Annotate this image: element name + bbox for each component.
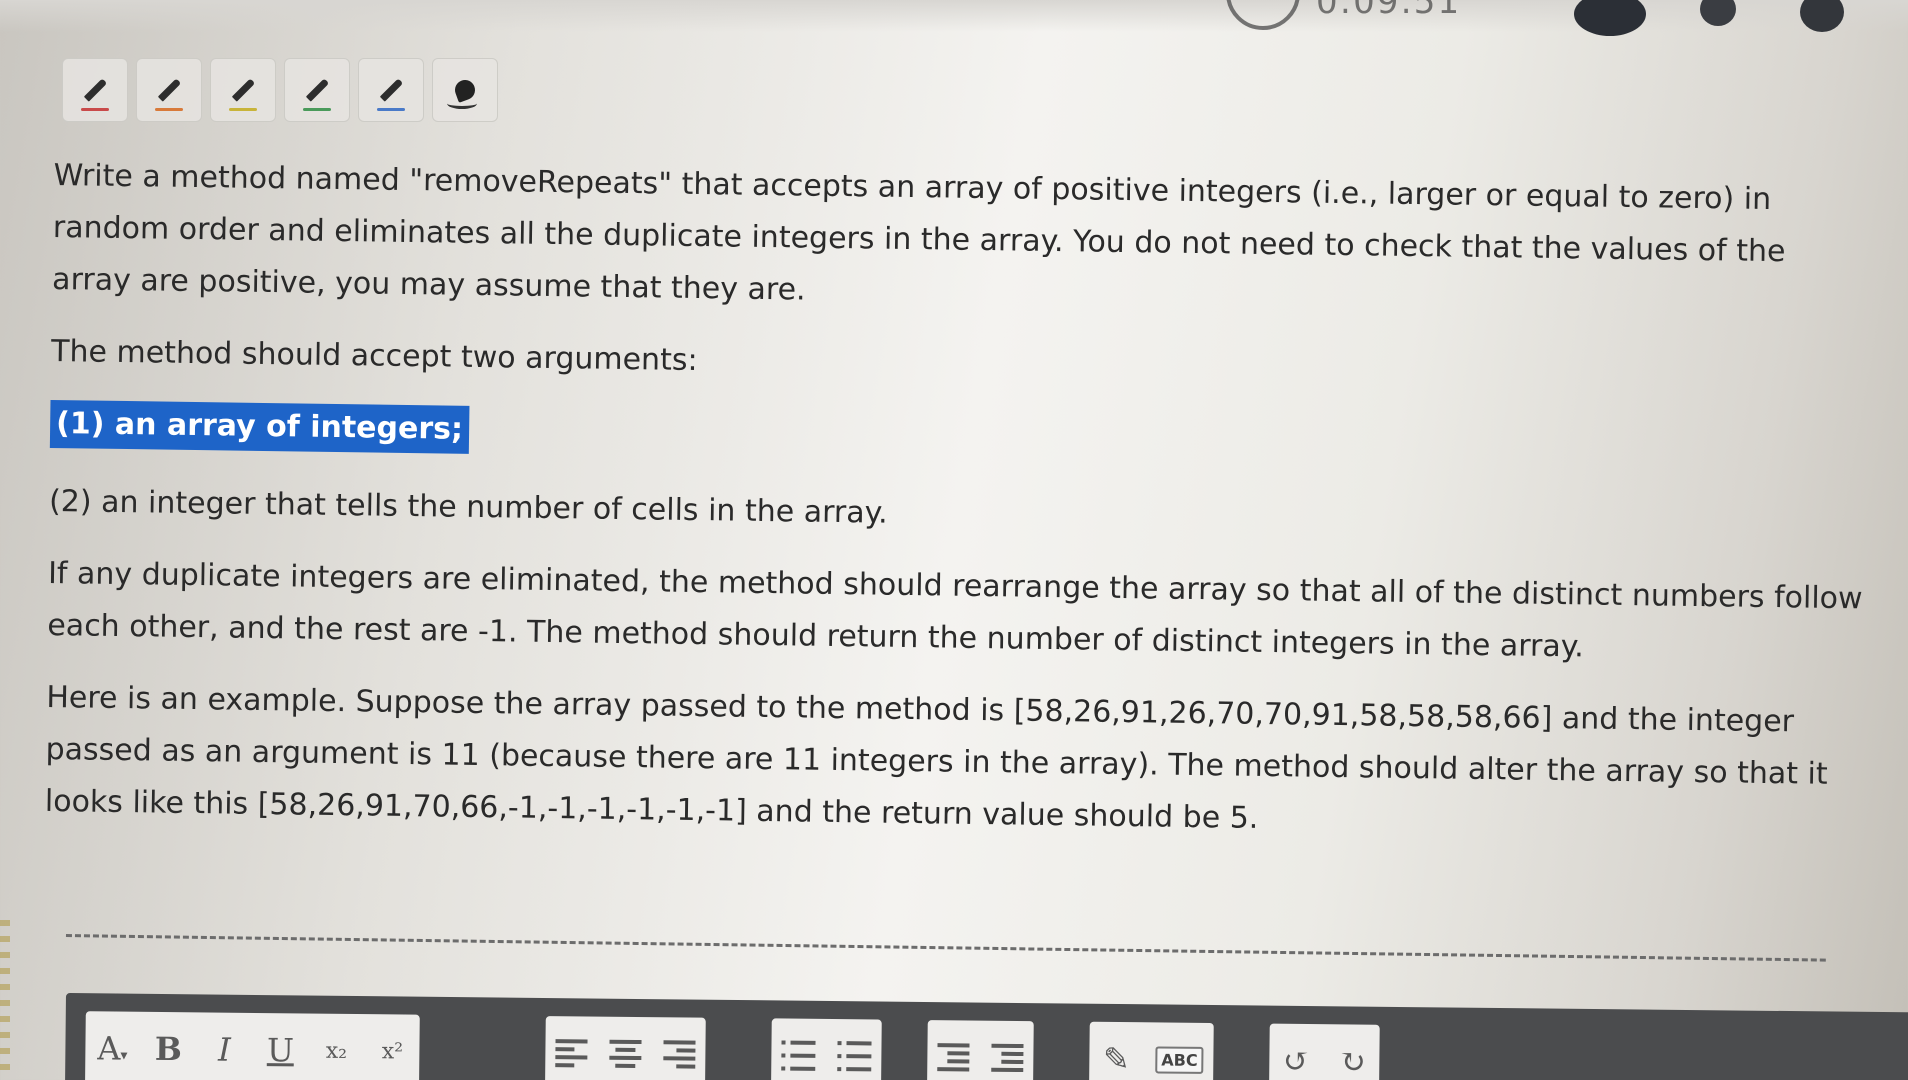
pen-toolbar bbox=[62, 58, 498, 122]
align-center-icon[interactable] bbox=[609, 1039, 642, 1068]
subscript-button[interactable]: x₂ bbox=[319, 1038, 353, 1063]
bulleted-list-icon[interactable] bbox=[781, 1040, 816, 1071]
undo-button[interactable]: ↺ bbox=[1279, 1042, 1313, 1080]
font-color-button[interactable]: A▾ bbox=[95, 1029, 129, 1067]
history-group: ↺ ↻ bbox=[1268, 1023, 1380, 1080]
italic-button[interactable]: I bbox=[207, 1030, 241, 1069]
list-group bbox=[770, 1018, 882, 1080]
orange-pen-icon[interactable] bbox=[136, 58, 202, 122]
numbered-list-icon[interactable] bbox=[837, 1041, 872, 1072]
spellcheck-button[interactable]: ABC bbox=[1155, 1045, 1204, 1074]
superscript-button[interactable]: x² bbox=[375, 1039, 409, 1064]
argument-1-line: (1) an array of integers; bbox=[49, 398, 1871, 475]
align-group bbox=[545, 1016, 706, 1080]
red-pen-icon[interactable] bbox=[62, 58, 128, 122]
question-paragraph-intro: Write a method named "removeRepeats" tha… bbox=[51, 157, 1786, 308]
tools-group: ✎ ABC bbox=[1088, 1021, 1215, 1080]
format-group: A▾ B I U x₂ x² bbox=[85, 1011, 420, 1080]
blue-pen-icon[interactable] bbox=[358, 58, 424, 122]
timer-readout: 0:09:51 bbox=[1316, 0, 1462, 22]
left-edge-marker bbox=[0, 920, 10, 1080]
answer-divider bbox=[65, 934, 1826, 962]
redo-button[interactable]: ↻ bbox=[1335, 1042, 1369, 1080]
question-paragraph-arguments: The method should accept two arguments: bbox=[50, 333, 698, 379]
eraser-icon[interactable] bbox=[432, 58, 498, 122]
argument-2-line: (2) an integer that tells the number of … bbox=[48, 483, 888, 531]
question-paragraph-rules: If any duplicate integers are eliminated… bbox=[47, 555, 1863, 665]
align-left-icon[interactable] bbox=[555, 1039, 588, 1068]
green-pen-icon[interactable] bbox=[284, 58, 350, 122]
align-right-icon[interactable] bbox=[663, 1040, 696, 1069]
indent-icon[interactable] bbox=[937, 1043, 970, 1072]
indent-group bbox=[926, 1020, 1034, 1080]
editor-toolbar: A▾ B I U x₂ x² ✎ ABC ↺ ↻ bbox=[64, 993, 1908, 1080]
bold-button[interactable]: B bbox=[151, 1030, 185, 1068]
yellow-pen-icon[interactable] bbox=[210, 58, 276, 122]
edit-source-icon[interactable]: ✎ bbox=[1099, 1040, 1133, 1078]
underline-button[interactable]: U bbox=[263, 1031, 297, 1069]
selected-text[interactable]: (1) an array of integers; bbox=[49, 399, 470, 454]
question-paragraph-example: Here is an example. Suppose the array pa… bbox=[44, 679, 1828, 836]
question-text: Write a method named "removeRepeats" tha… bbox=[44, 150, 1874, 873]
outdent-icon[interactable] bbox=[991, 1043, 1024, 1073]
